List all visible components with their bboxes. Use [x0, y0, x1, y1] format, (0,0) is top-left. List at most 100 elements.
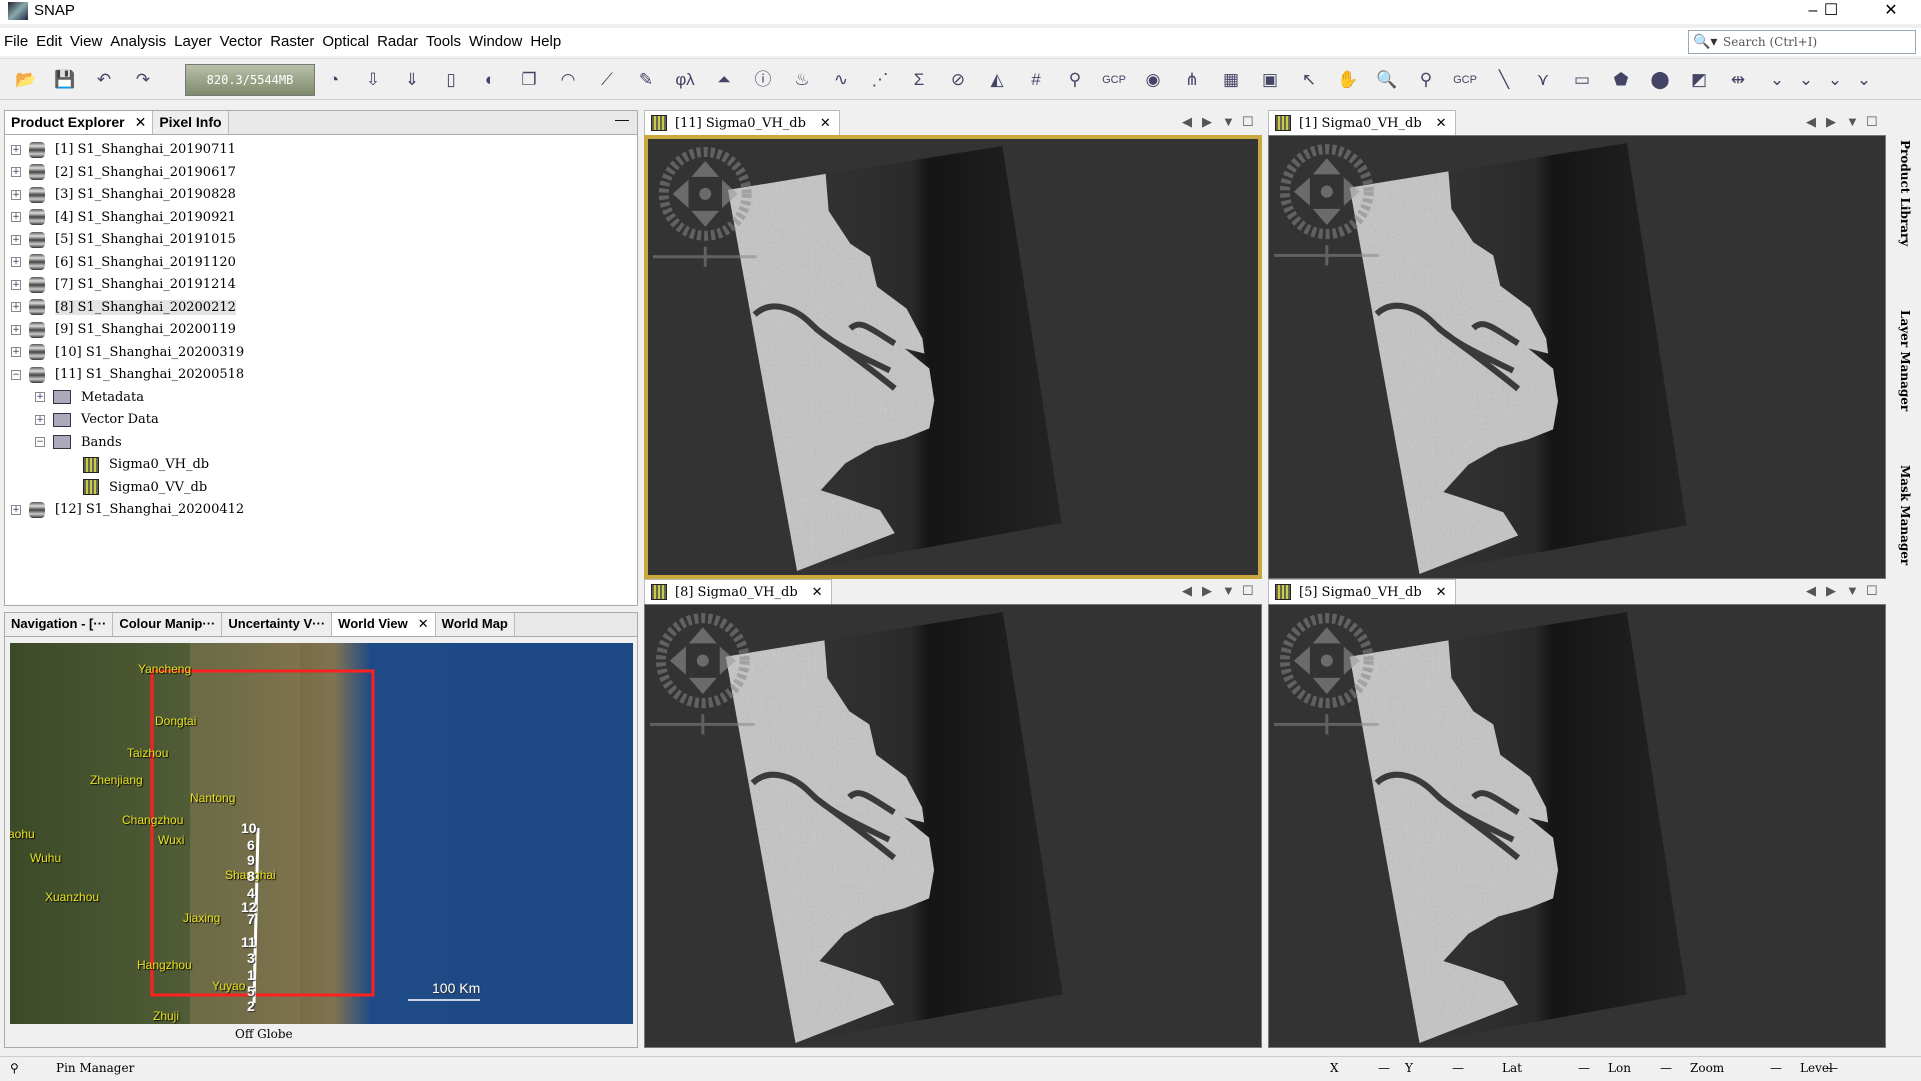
menu-layer[interactable]: Layer [170, 28, 216, 56]
memory-indicator[interactable]: 820.3/5544MB [185, 64, 315, 96]
gcp-placing-icon[interactable]: GCP [1451, 67, 1479, 93]
scroll-right-icon[interactable]: ▶ [1202, 114, 1212, 130]
session-icon[interactable]: ▯ [437, 67, 465, 93]
tree-product[interactable]: + [9] S1_Shanghai_20200119 [11, 319, 236, 341]
tree-product[interactable]: + [12] S1_Shanghai_20200412 [11, 499, 244, 521]
wave-icon[interactable]: ◠ [554, 67, 582, 93]
select-icon[interactable]: ↖ [1295, 67, 1323, 93]
tab-pixel-info[interactable]: Pixel Info [153, 111, 229, 134]
export-icon[interactable]: ⇓ [398, 67, 426, 93]
image-canvas[interactable] [644, 135, 1262, 579]
menu-analysis[interactable]: Analysis [106, 28, 170, 56]
statistics-icon[interactable]: ♨ [788, 67, 816, 93]
band-maths-icon[interactable]: ✎ [632, 67, 660, 93]
tab-world-map[interactable]: World Map [435, 613, 515, 636]
gcp-overlay-icon[interactable]: GCP [1100, 67, 1128, 93]
scroll-left-icon[interactable]: ◀ [1806, 583, 1816, 599]
world-map-view[interactable]: Yancheng Dongtai Taizhou Zhenjiang Nantong Ch… [10, 643, 633, 1024]
more-icon-4[interactable]: ⌄ [1850, 67, 1878, 93]
minimize-panel-button[interactable]: — [615, 111, 629, 127]
close-icon[interactable]: ✕ [135, 114, 147, 130]
search-input[interactable]: 🔍▾ Search (Ctrl+I) [1688, 30, 1916, 54]
rgb-image-icon[interactable]: ◐ [476, 67, 504, 93]
tab-colour-manip-[interactable]: Colour Manip··· [113, 613, 223, 636]
maximize-view-icon[interactable]: ☐ [1242, 114, 1254, 130]
image-canvas[interactable] [1268, 604, 1886, 1048]
close-icon[interactable]: ✕ [1436, 584, 1447, 599]
scroll-left-icon[interactable]: ◀ [1182, 583, 1192, 599]
expand-icon[interactable]: + [11, 504, 21, 515]
graticule-icon[interactable]: # [1022, 67, 1050, 93]
view-menu-icon[interactable]: ▼ [1846, 583, 1859, 598]
gc-icon[interactable]: ◔ [320, 67, 348, 93]
collapse-icon[interactable]: − [35, 437, 45, 447]
scroll-right-icon[interactable]: ▶ [1826, 583, 1836, 599]
tree-product[interactable]: + [2] S1_Shanghai_20190617 [11, 162, 236, 184]
zoom-icon[interactable]: 🔍 [1373, 67, 1401, 93]
tree-product[interactable]: − [11] S1_Shanghai_20200518 [11, 364, 244, 386]
maximize-button[interactable]: ☐ [1808, 0, 1854, 24]
more-icon-2[interactable]: ⌄ [1792, 67, 1820, 93]
image-view-tab[interactable]: [8] Sigma0_VH_db ✕ [644, 579, 832, 604]
scroll-right-icon[interactable]: ▶ [1826, 114, 1836, 130]
shape-overlay-icon[interactable]: ◭ [983, 67, 1011, 93]
more-icon-3[interactable]: ⌄ [1821, 67, 1849, 93]
image-view-tab[interactable]: [1] Sigma0_VH_db ✕ [1268, 110, 1456, 135]
more-icon[interactable]: ⌄ [1763, 67, 1791, 93]
maximize-view-icon[interactable]: ☐ [1242, 583, 1254, 599]
spectrum-icon[interactable]: ⟋ [593, 67, 621, 93]
collapse-icon[interactable]: − [11, 369, 21, 380]
pin-manager-tab[interactable]: Pin Manager [56, 1061, 134, 1075]
scatter-plot-icon[interactable]: ⋰ [866, 67, 894, 93]
menu-radar[interactable]: Radar [373, 28, 422, 56]
view-menu-icon[interactable]: ▼ [1222, 583, 1235, 598]
scroll-left-icon[interactable]: ◀ [1182, 114, 1192, 130]
save-product-icon[interactable]: 💾 [51, 67, 79, 93]
tree-node-vector-data[interactable]: + Vector Data [35, 409, 159, 431]
no-data-overlay-icon[interactable]: ⊘ [944, 67, 972, 93]
tree-product[interactable]: + [1] S1_Shanghai_20190711 [11, 139, 236, 161]
layer-manager-tab[interactable]: Layer Manager [1898, 310, 1912, 411]
expand-icon[interactable]: + [35, 414, 45, 425]
expand-icon[interactable]: + [11, 257, 21, 267]
close-icon[interactable]: ✕ [812, 584, 823, 599]
pin-overlay-icon[interactable]: ⚲ [1061, 67, 1089, 93]
redo-icon[interactable]: ↷ [129, 67, 157, 93]
batch-icon[interactable]: ▦ [1217, 67, 1245, 93]
world-overlay-icon[interactable]: ◉ [1139, 67, 1167, 93]
menu-help[interactable]: Help [526, 28, 565, 56]
image-view-tab[interactable]: [11] Sigma0_VH_db ✕ [644, 110, 840, 135]
scroll-right-icon[interactable]: ▶ [1202, 583, 1212, 599]
pin-placing-icon[interactable]: ⚲ [1412, 67, 1440, 93]
tree-band[interactable]: Sigma0_VH_db [83, 454, 209, 476]
expand-icon[interactable]: + [11, 212, 21, 222]
image-canvas[interactable] [644, 604, 1262, 1048]
tree-product[interactable]: + [3] S1_Shanghai_20190828 [11, 184, 236, 206]
view-menu-icon[interactable]: ▼ [1222, 114, 1235, 129]
sum-icon[interactable]: Σ [905, 67, 933, 93]
image-canvas[interactable] [1268, 135, 1886, 579]
tab-navigation-[interactable]: Navigation - [··· [5, 613, 114, 636]
tree-product[interactable]: + [5] S1_Shanghai_20191015 [11, 229, 236, 251]
close-icon[interactable]: ✕ [820, 115, 831, 130]
mask-manager-tab[interactable]: Mask Manager [1898, 465, 1912, 565]
range-finder-icon[interactable]: ⇹ [1724, 67, 1752, 93]
product-library-tab[interactable]: Product Library [1898, 140, 1912, 246]
expand-icon[interactable]: + [35, 392, 45, 402]
ellipse-draw-icon[interactable]: ⬤ [1646, 67, 1674, 93]
world-map-icon[interactable]: ▣ [1256, 67, 1284, 93]
close-icon[interactable]: ✕ [418, 616, 429, 631]
expand-icon[interactable]: + [11, 234, 21, 245]
new-window-icon[interactable]: ❐ [515, 67, 543, 93]
graph-builder-icon[interactable]: ⋔ [1178, 67, 1206, 93]
menu-vector[interactable]: Vector [216, 28, 267, 56]
tree-node-bands[interactable]: − Bands [35, 432, 122, 454]
expand-icon[interactable]: + [11, 324, 21, 335]
tree-product[interactable]: + [4] S1_Shanghai_20190921 [11, 207, 236, 229]
view-menu-icon[interactable]: ▼ [1846, 114, 1859, 129]
menu-raster[interactable]: Raster [266, 28, 318, 56]
tree-band[interactable]: Sigma0_VV_db [83, 477, 207, 499]
maximize-view-icon[interactable]: ☐ [1866, 583, 1878, 599]
undo-icon[interactable]: ↶ [90, 67, 118, 93]
image-view-tab[interactable]: [5] Sigma0_VH_db ✕ [1268, 579, 1456, 604]
